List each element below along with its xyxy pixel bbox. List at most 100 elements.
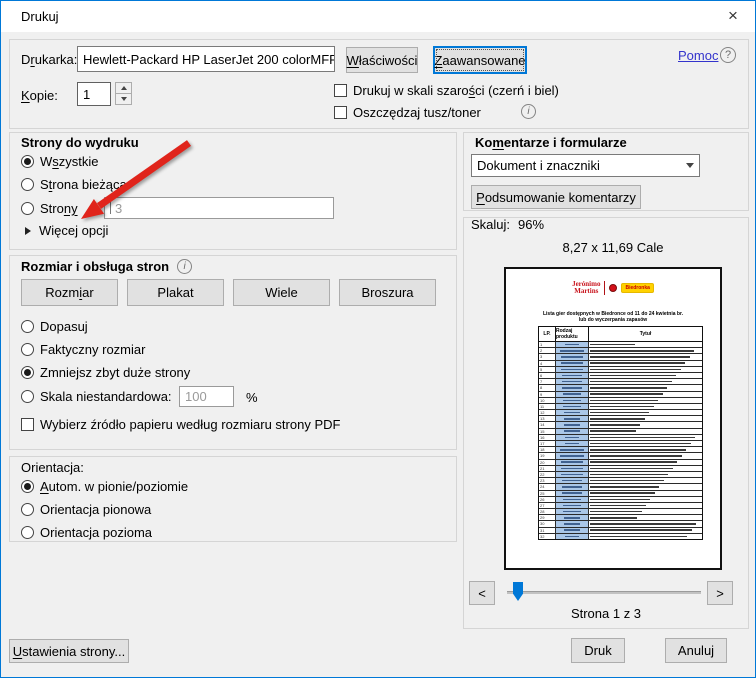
save-toner-label: Oszczędzaj tusz/toner — [353, 105, 481, 120]
comments-select[interactable]: Dokument i znaczniki — [471, 154, 700, 177]
titlebar: Drukuj × — [1, 1, 755, 32]
help-question-icon[interactable]: ? — [720, 47, 736, 63]
printer-select-value: Hewlett-Packard HP LaserJet 200 colorMFP… — [83, 52, 335, 67]
booklet-button[interactable]: Broszura — [339, 279, 436, 306]
preview-table-row: 32 — [539, 534, 702, 539]
poster-button[interactable]: Plakat — [127, 279, 224, 306]
page-setup-label: Ustawienia strony... — [13, 644, 125, 659]
orientation-portrait-label: Orientacja pionowa — [40, 502, 151, 517]
pages-current-radio[interactable] — [21, 178, 34, 191]
table-header-type: Rodzaj produktu — [556, 327, 589, 341]
toner-info-icon[interactable]: i — [521, 104, 536, 119]
stepper-down-icon[interactable] — [115, 93, 132, 105]
page-status: Strona 1 z 3 — [463, 606, 749, 621]
properties-button-label: Właściwości — [347, 53, 418, 68]
orientation-title: Orientacja: — [21, 460, 84, 475]
copies-value: 1 — [83, 87, 90, 102]
copies-label: Kopie: — [21, 88, 58, 103]
prev-arrow-glyph: < — [478, 586, 486, 601]
multiple-button-label: Wiele — [265, 285, 298, 300]
multiple-button[interactable]: Wiele — [233, 279, 330, 306]
expand-triangle-icon — [25, 227, 31, 235]
page-setup-button[interactable]: Ustawienia strony... — [9, 639, 129, 663]
cancel-button[interactable]: Anuluj — [665, 638, 727, 663]
orientation-landscape-radio[interactable] — [21, 526, 34, 539]
page-slider-track[interactable] — [507, 591, 701, 594]
sizing-info-icon[interactable]: i — [177, 259, 192, 274]
more-options-toggle[interactable]: Więcej opcji — [25, 223, 108, 238]
chevron-down-icon — [686, 163, 694, 168]
pages-current-radio-row[interactable]: Strona bieżąca — [21, 177, 127, 192]
paper-source-checkbox-row[interactable]: Wybierz źródło papieru według rozmiaru s… — [21, 417, 340, 432]
properties-button[interactable]: Właściwości — [346, 47, 418, 73]
print-dialog: Drukuj × Drukarka: Hewlett-Packard HP La… — [0, 0, 756, 678]
table-header-title: Tytuł — [589, 327, 702, 341]
custom-scale-radio[interactable] — [21, 390, 34, 403]
paper-source-label: Wybierz źródło papieru według rozmiaru s… — [40, 417, 340, 432]
logo-badge: Biedronka — [621, 283, 653, 293]
text-caret — [110, 202, 111, 214]
fit-radio[interactable] — [21, 320, 34, 333]
orientation-landscape-radio-row[interactable]: Orientacja pozioma — [21, 525, 152, 540]
grayscale-label: Drukuj w skali szarości (czerń i biel) — [353, 83, 559, 98]
close-icon[interactable]: × — [719, 5, 747, 27]
print-button-label: Druk — [584, 643, 611, 658]
size-button[interactable]: Rozmiar — [21, 279, 118, 306]
copies-input[interactable]: 1 — [77, 82, 111, 106]
custom-scale-value: 100 — [185, 389, 207, 404]
next-arrow-glyph: > — [716, 586, 724, 601]
shrink-radio-row[interactable]: Zmniejsz zbyt duże strony — [21, 365, 190, 380]
shrink-label: Zmniejsz zbyt duże strony — [40, 365, 190, 380]
pages-all-label: Wszystkie — [40, 154, 99, 169]
orientation-portrait-radio[interactable] — [21, 503, 34, 516]
grayscale-checkbox[interactable] — [334, 84, 347, 97]
summarize-comments-button[interactable]: Podsumowanie komentarzy — [471, 185, 641, 209]
pages-all-radio-row[interactable]: Wszystkie — [21, 154, 99, 169]
fit-radio-row[interactable]: Dopasuj — [21, 319, 88, 334]
orientation-auto-radio-row[interactable]: Autom. w pionie/poziomie — [21, 479, 188, 494]
scale-label: Skaluj: — [471, 217, 510, 232]
next-page-button[interactable]: > — [707, 581, 733, 605]
document-logo: Jerónimo Martins Biedronka — [506, 281, 720, 295]
advanced-button[interactable]: Zaawansowane — [433, 46, 527, 74]
pages-group-title: Strony do wydruku — [21, 135, 139, 150]
custom-scale-input[interactable]: 100 — [179, 386, 234, 407]
copies-stepper[interactable] — [115, 82, 132, 105]
save-toner-checkbox[interactable] — [334, 106, 347, 119]
orientation-auto-radio[interactable] — [21, 480, 34, 493]
shrink-radio[interactable] — [21, 366, 34, 379]
table-header-lp: LP. — [539, 327, 556, 341]
actual-size-radio[interactable] — [21, 343, 34, 356]
poster-button-label: Plakat — [157, 285, 193, 300]
fit-label: Dopasuj — [40, 319, 88, 334]
logo-divider — [604, 281, 605, 295]
pages-current-label: Strona bieżąca — [40, 177, 127, 192]
grayscale-checkbox-row[interactable]: Drukuj w skali szarości (czerń i biel) — [334, 83, 559, 98]
document-title: Lista gier dostępnych w Biedronce od 11 … — [506, 311, 720, 323]
preview-page: Jerónimo Martins Biedronka Lista gier do… — [504, 267, 722, 570]
actual-size-radio-row[interactable]: Faktyczny rozmiar — [21, 342, 145, 357]
logo-text: Jerónimo Martins — [572, 281, 600, 295]
sizing-group-title: Rozmiar i obsługa stron — [21, 259, 169, 274]
paper-source-checkbox[interactable] — [21, 418, 34, 431]
size-button-label: Rozmiar — [45, 285, 93, 300]
custom-scale-label: Skala niestandardowa: — [40, 389, 172, 404]
sizing-group-header: Rozmiar i obsługa stron i — [21, 259, 192, 274]
dialog-title: Drukuj — [21, 9, 59, 24]
orientation-portrait-radio-row[interactable]: Orientacja pionowa — [21, 502, 151, 517]
print-button[interactable]: Druk — [571, 638, 625, 663]
pages-range-input[interactable]: 3 — [104, 197, 334, 219]
prev-page-button[interactable]: < — [469, 581, 495, 605]
scale-value: 96% — [518, 217, 544, 232]
preview-table-body: 1234567891011121314151617181920212223242… — [539, 342, 702, 539]
orientation-landscape-label: Orientacja pozioma — [40, 525, 152, 540]
help-link[interactable]: Pomoc — [678, 48, 718, 63]
percent-sign: % — [246, 390, 258, 405]
pages-range-radio-row[interactable]: Strony — [21, 201, 78, 216]
printer-select[interactable]: Hewlett-Packard HP LaserJet 200 colorMFP… — [77, 46, 335, 72]
save-toner-checkbox-row[interactable]: Oszczędzaj tusz/toner — [334, 105, 481, 120]
page-dimensions: 8,27 x 11,69 Cale — [504, 240, 722, 255]
custom-scale-radio-row[interactable]: Skala niestandardowa: — [21, 389, 172, 404]
pages-range-radio[interactable] — [21, 202, 34, 215]
pages-all-radio[interactable] — [21, 155, 34, 168]
